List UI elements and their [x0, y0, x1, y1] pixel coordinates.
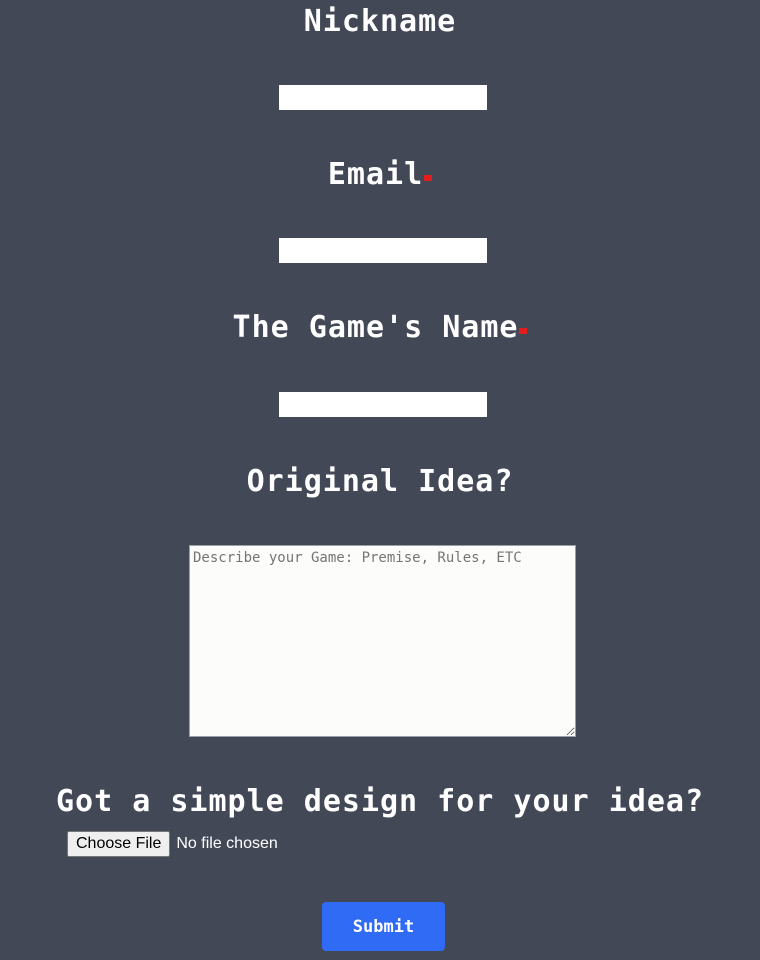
- submit-button[interactable]: Submit: [322, 902, 445, 951]
- game-idea-form: Nickname Email The Game's Name Original …: [0, 0, 760, 960]
- idea-label-text: Original Idea?: [246, 464, 514, 499]
- game-name-label-text: The Game's Name: [232, 310, 519, 345]
- nickname-input[interactable]: [279, 85, 487, 110]
- email-label-text: Email: [327, 157, 424, 192]
- nickname-label: Nickname: [0, 2, 760, 42]
- choose-file-button[interactable]: Choose File: [67, 831, 171, 857]
- nickname-label-text: Nickname: [303, 4, 457, 39]
- game-name-label: The Game's Name: [0, 308, 760, 348]
- file-upload: Choose File No file chosen: [67, 831, 278, 857]
- design-label: Got a simple design for your idea?: [0, 782, 760, 822]
- file-status-text: No file chosen: [176, 835, 278, 852]
- email-label: Email: [0, 155, 760, 195]
- required-marker-icon: [519, 327, 528, 334]
- required-marker-icon: [424, 174, 433, 181]
- idea-label: Original Idea?: [0, 462, 760, 502]
- email-input[interactable]: [279, 238, 487, 263]
- design-label-text: Got a simple design for your idea?: [55, 784, 705, 819]
- idea-textarea[interactable]: [189, 545, 576, 737]
- game-name-input[interactable]: [279, 392, 487, 417]
